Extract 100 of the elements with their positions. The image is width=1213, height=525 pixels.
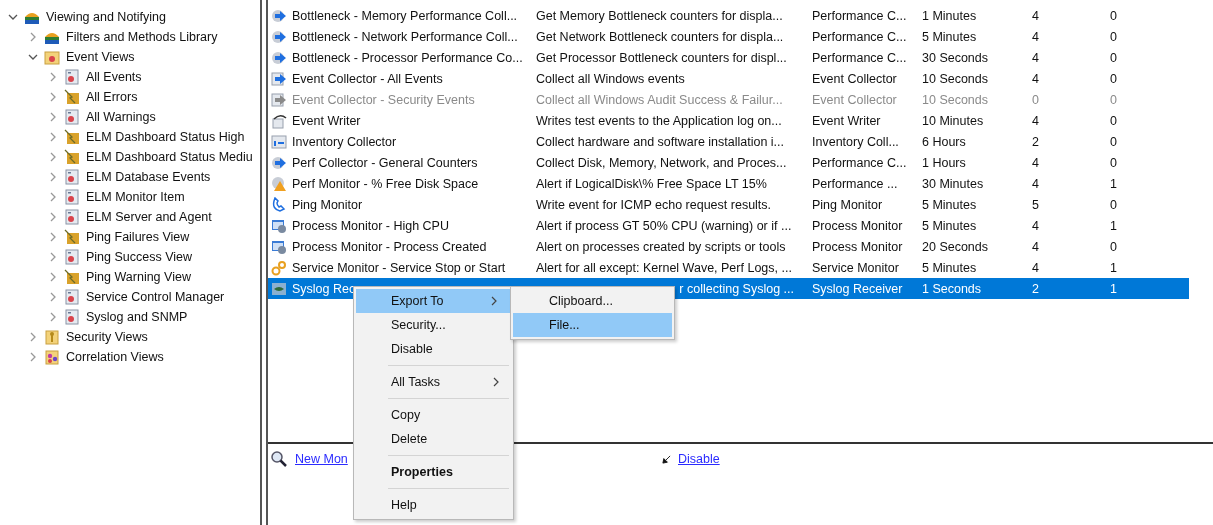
lightning-folder-icon <box>64 89 80 105</box>
table-cell: 0 <box>1110 113 1117 128</box>
table-cell: Ping Monitor <box>812 197 883 212</box>
task-link[interactable]: New Mon <box>295 452 348 466</box>
menu-item[interactable]: Disable <box>354 337 513 361</box>
tree-item[interactable]: ELM Monitor Item <box>85 190 186 204</box>
table-cell: 20 Seconds <box>922 239 989 254</box>
list-row[interactable]: Process Monitor - Process Created Alert on processes created by scripts or tools Process Monitor 20 Seconds 4 0 <box>268 236 1189 257</box>
list-row[interactable]: Event Collector - All Events Collect all Windows events Event Collector 10 Seconds 4 0 <box>268 68 1189 89</box>
tree-item[interactable]: Filters and Methods Library <box>65 30 219 44</box>
task-link[interactable]: Disable <box>678 452 720 466</box>
table-cell: 4 <box>1032 176 1039 191</box>
tree-item[interactable]: All Errors <box>85 90 139 104</box>
tree-item[interactable]: ELM Dashboard Status High <box>85 130 246 144</box>
tree-item[interactable]: All Warnings <box>85 110 157 124</box>
document-icon <box>64 69 80 85</box>
list-row[interactable]: Ping Monitor Write event for ICMP echo request results. Ping Monitor 5 Minutes 5 0 <box>268 194 1189 215</box>
tree-item[interactable]: ELM Database Events <box>85 170 212 184</box>
tree-item[interactable]: Event Views <box>65 50 136 64</box>
tree-item[interactable]: Security Views <box>65 330 149 344</box>
menu-item[interactable]: Security... <box>354 313 513 337</box>
list-row[interactable]: Service Monitor - Service Stop or Start Alert for all except: Kernel Wave, Perf Logs, ... Service Monitor 5 Minutes 4 1 <box>268 257 1189 278</box>
table-cell: 1 Hours <box>922 155 966 170</box>
monitor-description: r collecting Syslog ... <box>679 281 794 296</box>
table-cell: 10 Minutes <box>922 113 984 128</box>
monitor-description: Collect hardware and software installation i... <box>536 134 785 149</box>
monitor-name: Process Monitor - High CPU <box>292 218 449 233</box>
table-cell: 4 <box>1032 218 1039 233</box>
tree-item[interactable]: Ping Success View <box>85 250 194 264</box>
monitor-description: Collect Disk, Memory, Network, and Proces... <box>536 155 787 170</box>
tree-item[interactable]: Service Control Manager <box>85 290 226 304</box>
menu-item[interactable]: Export To <box>356 289 511 313</box>
document-icon <box>64 289 80 305</box>
table-cell: Process Monitor <box>812 239 903 254</box>
table-cell: 4 <box>1032 113 1039 128</box>
list-row[interactable]: Inventory Collector Collect hardware and software installation i... Inventory Coll... 6 Hours 2 0 <box>268 131 1189 152</box>
menu-item[interactable]: Properties <box>354 460 513 484</box>
table-cell: 6 Hours <box>922 134 966 149</box>
expander-icon[interactable] <box>28 52 38 62</box>
window-icon <box>271 217 287 234</box>
monitor-description: Alert for all except: Kernel Wave, Perf Logs, ... <box>536 260 792 275</box>
warning-icon <box>271 175 287 192</box>
table-cell: 1 Seconds <box>922 281 982 296</box>
table-cell: 0 <box>1110 197 1117 212</box>
monitor-description: Alert if process GT 50% CPU (warning) or if ... <box>536 218 792 233</box>
monitor-description: Get Memory Bottleneck counters for displa... <box>536 8 783 23</box>
menu-item[interactable]: Help <box>354 493 513 517</box>
table-cell: 1 <box>1110 176 1117 191</box>
menu-item[interactable]: Copy <box>354 403 513 427</box>
tree-item[interactable]: Ping Failures View <box>85 230 191 244</box>
document-icon <box>64 309 80 325</box>
monitor-name: Process Monitor - Process Created <box>292 239 487 254</box>
monitor-description: Collect all Windows events <box>536 71 685 86</box>
window-icon <box>271 238 287 255</box>
expander-icon[interactable] <box>8 12 18 22</box>
table-cell: 0 <box>1110 239 1117 254</box>
tree-item[interactable]: ELM Server and Agent <box>85 210 213 224</box>
table-cell: 1 <box>1110 281 1117 296</box>
tree-item[interactable]: Correlation Views <box>65 350 165 364</box>
table-cell: 5 Minutes <box>922 197 977 212</box>
table-cell: Syslog Receiver <box>812 281 903 296</box>
table-cell: 0 <box>1032 92 1039 107</box>
monitor-description: Collect all Windows Audit Success & Failur... <box>536 92 783 107</box>
list-row[interactable]: Event Writer Writes test events to the Application log on... Event Writer 10 Minutes 4 0 <box>268 110 1189 131</box>
lightning-folder-icon <box>64 149 80 165</box>
monitor-name: Service Monitor - Service Stop or Start <box>292 260 506 275</box>
table-cell: 4 <box>1032 8 1039 23</box>
folder-icon <box>44 49 60 65</box>
tree-item[interactable]: Viewing and Notifying <box>45 10 167 24</box>
monitor-name: Inventory Collector <box>292 134 397 149</box>
table-cell: Performance C... <box>812 29 907 44</box>
menu-item[interactable]: All Tasks <box>354 370 513 394</box>
monitor-description: Alert on processes created by scripts or tools <box>536 239 786 254</box>
tree-item[interactable]: All Events <box>85 70 143 84</box>
monitor-name: Ping Monitor <box>292 197 363 212</box>
table-cell: 4 <box>1032 155 1039 170</box>
list-row[interactable]: Process Monitor - High CPU Alert if process GT 50% CPU (warning) or if ... Process Monitor 5 Minutes 4 1 <box>268 215 1189 236</box>
monitor-name: Event Writer <box>292 113 361 128</box>
tree-item[interactable]: ELM Dashboard Status Mediu <box>85 150 254 164</box>
table-cell: 0 <box>1110 29 1117 44</box>
table-cell: Service Monitor <box>812 260 899 275</box>
monitor-name: Event Collector - Security Events <box>292 92 475 107</box>
list-row[interactable]: Perf Monitor - % Free Disk Space Alert if LogicalDisk\% Free Space LT 15% Performance ... 30 Minutes 4 1 <box>268 173 1189 194</box>
table-cell: 0 <box>1110 8 1117 23</box>
tree-item[interactable]: Ping Warning View <box>85 270 192 284</box>
list-row[interactable]: Bottleneck - Memory Performance Coll... Get Memory Bottleneck counters for displa... Performance C... 1 Minutes 4 0 <box>268 5 1189 26</box>
table-cell: Process Monitor <box>812 218 903 233</box>
list-row[interactable]: Bottleneck - Processor Performance Co... Get Processor Bottleneck counters for displ... Performance C... 30 Seconds 4 0 <box>268 47 1189 68</box>
menu-item[interactable]: Delete <box>354 427 513 451</box>
table-cell: 30 Minutes <box>922 176 984 191</box>
table-cell: 5 Minutes <box>922 218 977 233</box>
monitor-description: Writes test events to the Application log on... <box>536 113 782 128</box>
list-row[interactable]: Perf Collector - General Counters Collect Disk, Memory, Network, and Proces... Performance C... 1 Hours 4 0 <box>268 152 1189 173</box>
tree-item[interactable]: Syslog and SNMP <box>85 310 189 324</box>
table-cell: 2 <box>1032 134 1039 149</box>
menu-item[interactable]: File... <box>513 313 672 337</box>
phone-icon <box>271 196 287 213</box>
list-row[interactable]: Bottleneck - Network Performance Coll... Get Network Bottleneck counters for displa... Performance C... 5 Minutes 4 0 <box>268 26 1189 47</box>
table-cell: 4 <box>1032 50 1039 65</box>
table-cell: 5 Minutes <box>922 29 977 44</box>
